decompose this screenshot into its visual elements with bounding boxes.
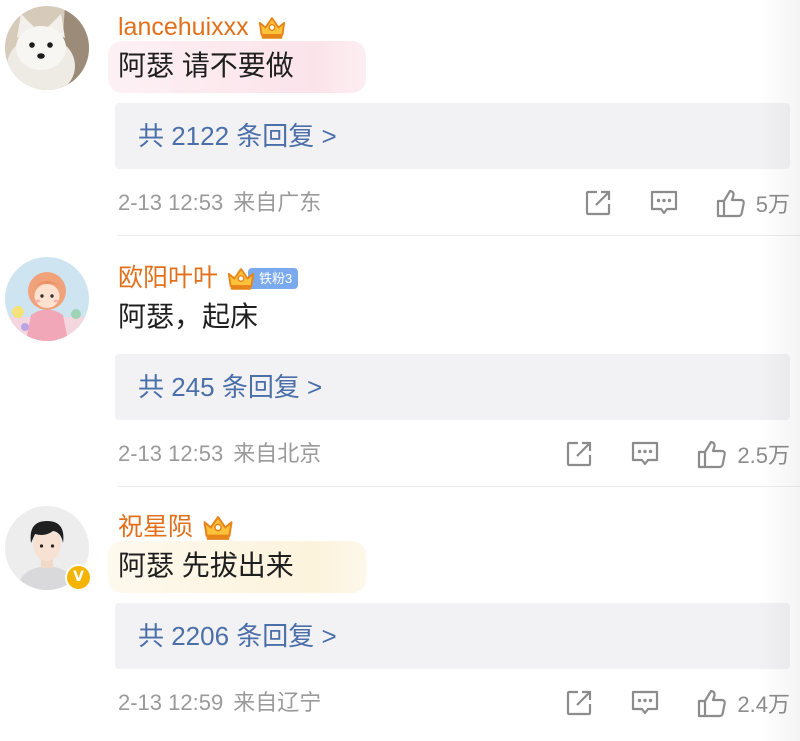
avatar[interactable]: V [5,506,92,591]
comment-actions: 2.4万 [564,686,790,720]
view-replies-button[interactable]: 共 2122 条回复 > [115,103,790,169]
view-replies-button[interactable]: 共 2206 条回复 > [115,603,790,669]
cartoon-girl-avatar [5,257,89,341]
vip-crown-icon [203,515,233,540]
comment-button[interactable] [630,439,660,469]
comment-item: lancehuixxx 阿瑟 请不要做 共 2122 条回复 > 2-13 12… [0,0,800,236]
timestamp: 2-13 12:53 [118,441,224,466]
username[interactable]: 欧阳叶叶 [118,263,218,293]
comment-item: 欧阳叶叶 铁粉3 阿瑟，起床 共 245 条回复 > 2-13 12:53 来自北… [0,237,800,487]
thumbs-up-icon [716,189,745,218]
share-button[interactable] [564,688,594,718]
comment-icon [650,190,677,215]
thumbs-up-icon [698,440,727,469]
replies-label: 共 2206 条回复 > [138,621,337,651]
share-icon [567,690,592,716]
username[interactable]: lancehuixxx [118,12,249,42]
share-icon [567,441,592,467]
avatar[interactable] [5,6,89,90]
samoyed-dog-avatar [5,6,89,90]
share-button[interactable] [564,439,594,469]
share-button[interactable] [583,188,613,218]
replies-label: 共 2122 条回复 > [138,121,337,151]
comment-text: 阿瑟，起床 [118,301,259,332]
comment-button[interactable] [630,688,660,718]
location: 来自辽宁 [233,690,322,715]
view-replies-button[interactable]: 共 245 条回复 > [115,354,790,420]
comment-meta: 2-13 12:59 来自辽宁 [118,688,321,718]
comment-meta: 2-13 12:53 来自广东 [118,188,321,218]
like-count: 5万 [755,192,790,217]
thumbs-up-icon [698,689,727,718]
name-row: 祝星陨 [118,512,236,542]
like-count: 2.5万 [737,443,790,468]
vip-crown-icon [227,267,255,290]
name-row: 欧阳叶叶 铁粉3 [118,263,299,293]
comment-meta: 2-13 12:53 来自北京 [118,439,321,469]
comment-actions: 2.5万 [564,437,790,471]
location: 来自北京 [233,441,322,466]
vip-crown-icon [225,265,257,292]
divider [118,235,800,236]
verified-badge-icon: V [65,564,92,591]
vip-crown-icon [258,16,285,39]
comment-item: V 祝星陨 阿瑟 先拔出来 共 2206 条回复 > 2-13 12:59 来自辽… [0,486,800,736]
username[interactable]: 祝星陨 [118,512,193,542]
comment-button[interactable] [649,188,679,218]
location: 来自广东 [233,190,322,215]
replies-label: 共 245 条回复 > [138,372,323,402]
vip-crown-icon [256,14,288,41]
share-icon [585,190,610,216]
comment-icon [632,441,659,466]
like-count: 2.4万 [737,692,790,717]
comment-text: 阿瑟 请不要做 [118,50,294,81]
name-row: lancehuixxx [118,12,288,42]
timestamp: 2-13 12:53 [118,190,224,215]
comment-icon [632,690,659,715]
comment-text: 阿瑟 先拔出来 [118,550,294,581]
timestamp: 2-13 12:59 [118,690,224,715]
avatar[interactable] [5,257,89,341]
like-button[interactable]: 2.5万 [696,438,790,470]
like-button[interactable]: 5万 [715,187,790,219]
like-button[interactable]: 2.4万 [696,687,790,719]
comment-actions: 5万 [583,186,790,220]
vip-crown-icon [200,513,236,542]
